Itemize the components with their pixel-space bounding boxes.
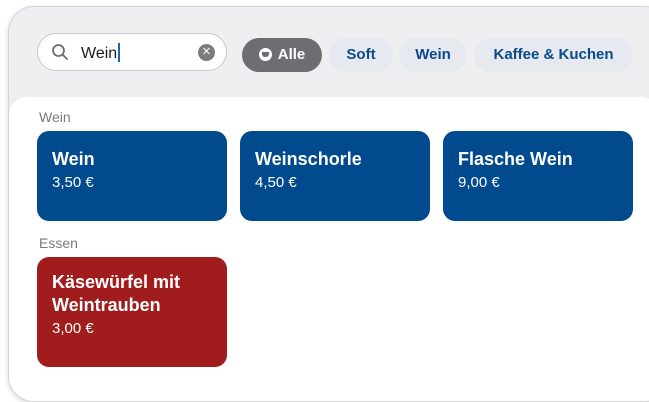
product-price: 9,00 € — [458, 174, 500, 191]
product-tile-weinschorle[interactable]: Weinschorle 4,50 € — [240, 131, 430, 221]
product-price: 3,50 € — [52, 174, 94, 191]
app-window: Wein ✕ Alle Soft Wein Kaffee & Kuchen We… — [0, 0, 649, 402]
filter-chip-alle[interactable]: Alle — [242, 38, 322, 72]
clear-icon[interactable]: ✕ — [198, 44, 215, 61]
product-price: 3,00 € — [52, 320, 94, 337]
search-input[interactable]: Wein ✕ — [37, 33, 227, 71]
filter-bar: Wein ✕ Alle Soft Wein Kaffee & Kuchen — [9, 7, 649, 97]
product-name: Wein — [52, 149, 95, 169]
filter-chip-label: Alle — [277, 46, 306, 63]
text-cursor — [118, 43, 121, 62]
product-grid: Wein Wein 3,50 € Weinschorle 4,50 € Flas… — [9, 97, 649, 401]
search-value: Wein — [81, 43, 121, 63]
product-price: 4,50 € — [255, 174, 297, 191]
section-title-essen: Essen — [39, 235, 78, 251]
product-tile-flasche-wein[interactable]: Flasche Wein 9,00 € — [443, 131, 633, 221]
filter-chip-label: Soft — [346, 46, 376, 63]
section-title-wein: Wein — [39, 109, 71, 125]
filter-chip-kaffee-kuchen[interactable]: Kaffee & Kuchen — [474, 38, 633, 72]
drink-icon — [258, 48, 272, 61]
filter-chip-label: Wein — [415, 46, 451, 63]
filter-chip-soft[interactable]: Soft — [329, 38, 393, 72]
product-tile-wein[interactable]: Wein 3,50 € — [37, 131, 227, 221]
filter-chip-label: Kaffee & Kuchen — [493, 46, 614, 63]
product-name: Weinschorle — [255, 149, 362, 169]
product-name: Käsewürfel mit Weintrauben — [52, 272, 181, 315]
pos-panel: Wein ✕ Alle Soft Wein Kaffee & Kuchen We… — [8, 6, 649, 402]
product-name: Flasche Wein — [458, 149, 573, 169]
search-icon — [52, 44, 68, 60]
product-tile-kaesewuerfel[interactable]: Käsewürfel mit Weintrauben 3,00 € — [37, 257, 227, 367]
filter-chip-wein[interactable]: Wein — [399, 38, 467, 72]
